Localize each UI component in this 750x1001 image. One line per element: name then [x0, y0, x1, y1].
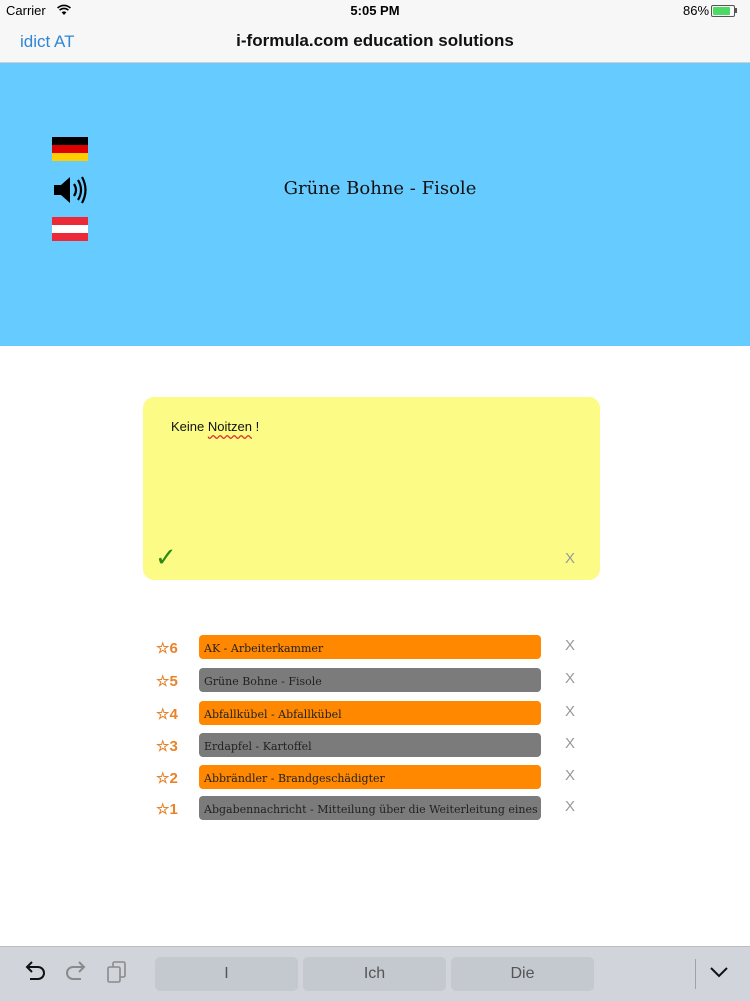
history-row: ☆1 Abgabennachricht - Mitteilung über di…: [0, 796, 750, 822]
word-panel: Grüne Bohne - Fisole: [0, 63, 750, 346]
austrian-flag-icon[interactable]: [52, 217, 88, 241]
history-item-label: Abgabennachricht - Mitteilung über die W…: [204, 803, 538, 816]
star-rank-label: ☆3: [156, 738, 178, 755]
battery-percent: 86%: [683, 3, 710, 18]
chevron-down-icon[interactable]: [706, 959, 732, 985]
divider: [695, 959, 696, 989]
star-rank-label: ☆5: [156, 673, 178, 690]
history-item-label: Abfallkübel - Abfallkübel: [204, 708, 342, 721]
note-misspelled-word: Noitzen: [207, 419, 252, 434]
history-item-label: Grüne Bohne - Fisole: [204, 675, 322, 688]
remove-item-button[interactable]: X: [565, 670, 575, 687]
history-item-button[interactable]: Erdapfel - Kartoffel: [199, 733, 541, 757]
suggestion-3-button[interactable]: Die: [451, 957, 594, 991]
history-row: ☆3 Erdapfel - Kartoffel X: [0, 733, 750, 759]
history-item-button[interactable]: Abgabennachricht - Mitteilung über die W…: [199, 796, 541, 820]
history-item-button[interactable]: AK - Arbeiterkammer: [199, 635, 541, 659]
clear-note-button[interactable]: X: [565, 550, 575, 567]
page-title: i-formula.com education solutions: [236, 31, 514, 50]
note-card: Keine Noitzen ! ✓ X: [143, 397, 600, 580]
suggestion-1-button[interactable]: I: [155, 957, 298, 991]
star-rank-label: ☆4: [156, 706, 178, 723]
german-flag-icon[interactable]: [52, 137, 88, 161]
suggestion-2-button[interactable]: Ich: [303, 957, 446, 991]
star-rank-label: ☆1: [156, 801, 178, 818]
status-bar: Carrier 5:05 PM 86%: [0, 0, 750, 22]
undo-icon[interactable]: [22, 959, 48, 985]
remove-item-button[interactable]: X: [565, 703, 575, 720]
note-text-part: Keine: [171, 419, 208, 434]
history-row: ☆2 Abbrändler - Brandgeschädigter X: [0, 765, 750, 791]
history-item-button[interactable]: Grüne Bohne - Fisole: [199, 668, 541, 692]
word-title: Grüne Bohne - Fisole: [283, 178, 477, 199]
navigation-bar: idict AT i-formula.com education solutio…: [0, 22, 750, 63]
clock: 5:05 PM: [350, 3, 400, 18]
paste-icon[interactable]: [104, 959, 130, 985]
checkmark-icon[interactable]: ✓: [155, 544, 177, 570]
battery-icon: [711, 5, 735, 17]
history-row: ☆6 AK - Arbeiterkammer X: [0, 635, 750, 661]
remove-item-button[interactable]: X: [565, 637, 575, 654]
remove-item-button[interactable]: X: [565, 767, 575, 784]
history-item-button[interactable]: Abbrändler - Brandgeschädigter: [199, 765, 541, 789]
redo-icon[interactable]: [63, 959, 89, 985]
speaker-icon[interactable]: [52, 175, 88, 205]
note-textarea[interactable]: Keine Noitzen !: [171, 419, 259, 434]
history-item-label: Abbrändler - Brandgeschädigter: [204, 772, 385, 785]
history-item-button[interactable]: Abfallkübel - Abfallkübel: [199, 701, 541, 725]
remove-item-button[interactable]: X: [565, 798, 575, 815]
star-rank-label: ☆6: [156, 640, 178, 657]
history-item-label: AK - Arbeiterkammer: [204, 642, 324, 655]
star-rank-label: ☆2: [156, 770, 178, 787]
history-row: ☆5 Grüne Bohne - Fisole X: [0, 668, 750, 694]
history-row: ☆4 Abfallkübel - Abfallkübel X: [0, 701, 750, 727]
battery-cap: [735, 8, 737, 13]
history-item-label: Erdapfel - Kartoffel: [204, 740, 312, 753]
battery-level: [713, 7, 730, 15]
remove-item-button[interactable]: X: [565, 735, 575, 752]
keyboard-shortcut-bar: I Ich Die: [0, 946, 750, 1001]
note-text-part: !: [251, 419, 260, 434]
